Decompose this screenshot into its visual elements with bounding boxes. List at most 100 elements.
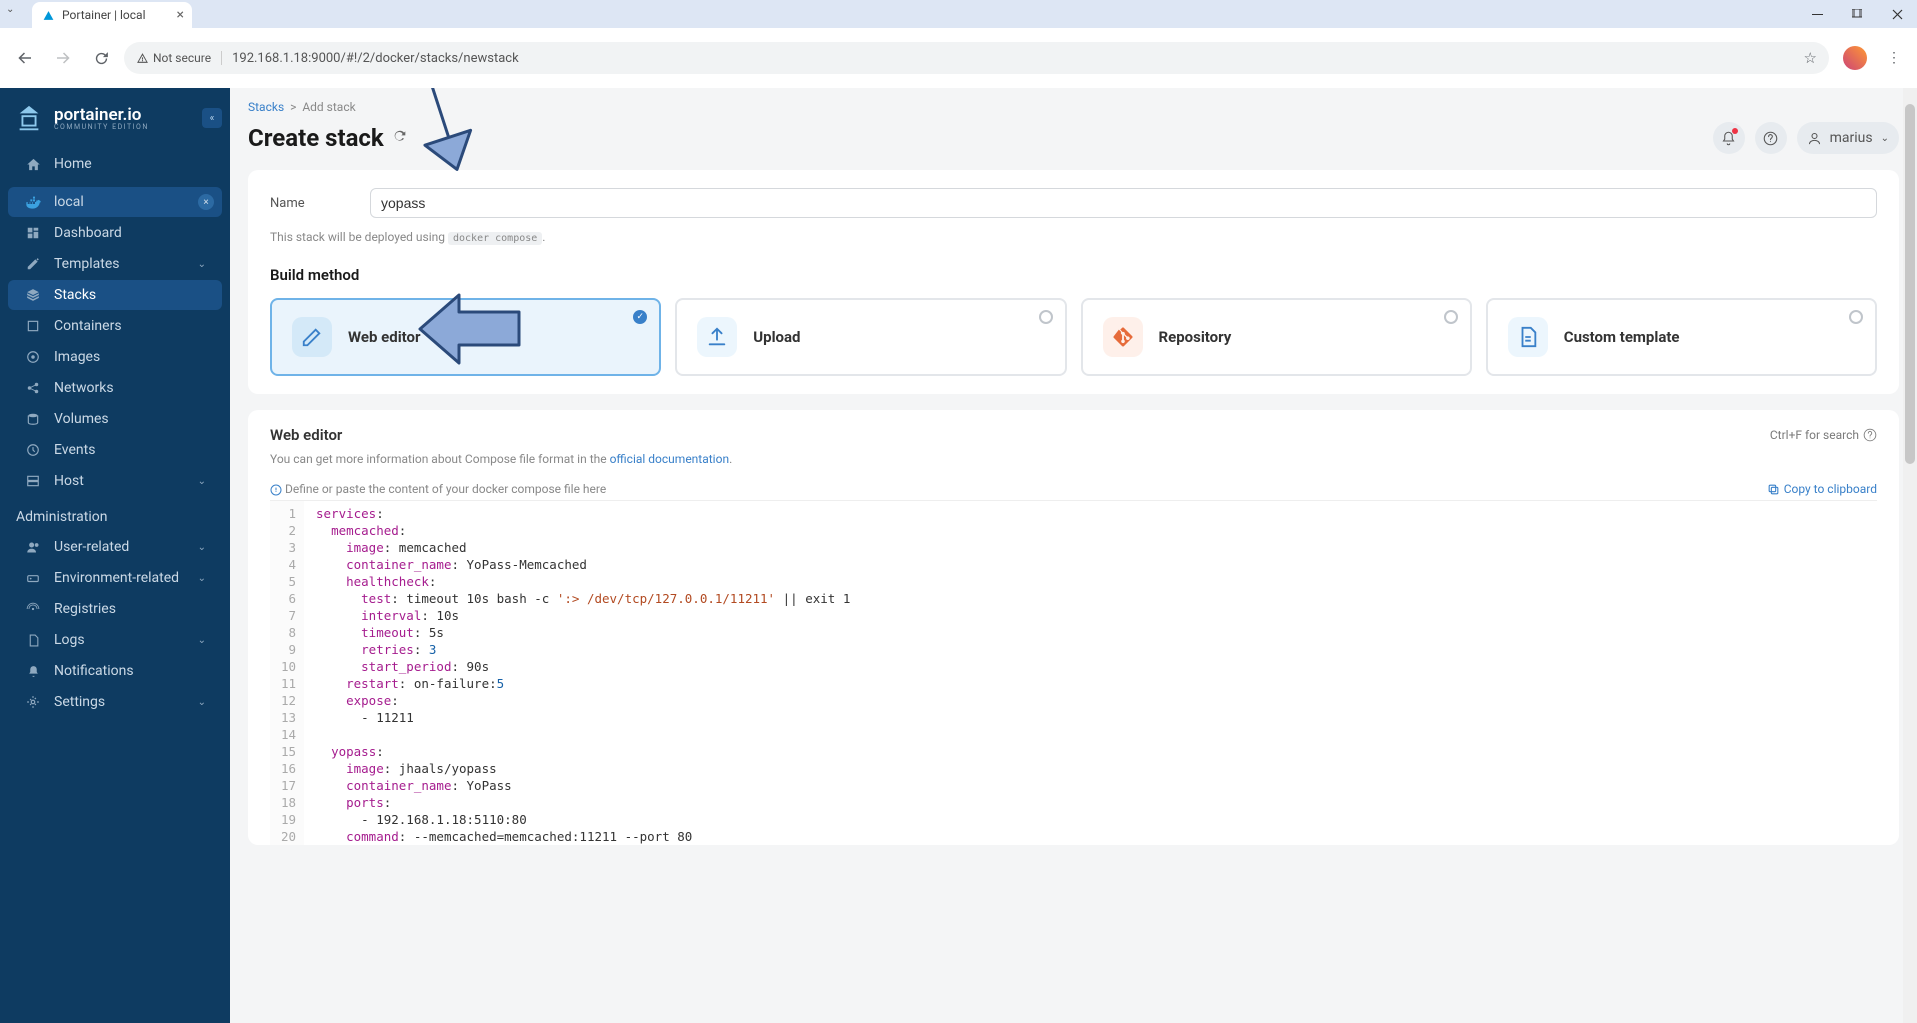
- sidebar-item-environment[interactable]: local ×: [8, 187, 222, 217]
- sidebar-collapse-button[interactable]: «: [202, 108, 222, 128]
- window-controls: [1797, 0, 1917, 28]
- portainer-favicon: [40, 7, 56, 23]
- name-label: Name: [270, 196, 330, 211]
- close-button[interactable]: [1877, 0, 1917, 28]
- sidebar-item-networks[interactable]: Networks: [8, 373, 222, 403]
- bell-icon: [24, 665, 42, 678]
- radio-selected-icon: [633, 310, 647, 324]
- user-menu[interactable]: marius ⌄: [1797, 122, 1899, 154]
- method-web-editor[interactable]: Web editor: [270, 298, 661, 376]
- page-title: Create stack: [248, 124, 384, 152]
- forward-button[interactable]: [48, 43, 78, 73]
- radio-icon: [1444, 310, 1458, 324]
- url-input[interactable]: Not secure 192.168.1.18:9000/#!/2/docker…: [124, 42, 1829, 74]
- radio-icon: [1039, 310, 1053, 324]
- sidebar-item-env-related[interactable]: Environment-related ⌄: [8, 563, 222, 593]
- chevron-down-icon: ⌄: [198, 573, 206, 584]
- sidebar-item-stacks[interactable]: Stacks: [8, 280, 222, 310]
- sidebar-item-events[interactable]: Events: [8, 435, 222, 465]
- breadcrumb-stacks[interactable]: Stacks: [248, 100, 284, 114]
- logo: portainer.io COMMUNITY EDITION «: [0, 98, 230, 148]
- sidebar-item-templates[interactable]: Templates ⌄: [8, 249, 222, 279]
- scrollbar[interactable]: [1903, 88, 1917, 1023]
- gear-icon: [24, 695, 42, 709]
- docker-icon: [24, 194, 42, 210]
- sidebar-item-dashboard[interactable]: Dashboard: [8, 218, 222, 248]
- editor-title: Web editor: [270, 426, 342, 444]
- git-icon: [1103, 317, 1143, 357]
- not-secure-badge[interactable]: Not secure: [136, 51, 222, 65]
- editor-card: Web editor Ctrl+F for search You can get…: [248, 410, 1899, 845]
- tab-bar: ⌄ Portainer | local ×: [0, 0, 1917, 28]
- sidebar-item-volumes[interactable]: Volumes: [8, 404, 222, 434]
- method-upload[interactable]: Upload: [675, 298, 1066, 376]
- close-icon[interactable]: ×: [177, 7, 184, 23]
- sidebar-item-notifications[interactable]: Notifications: [8, 656, 222, 686]
- browser-tab[interactable]: Portainer | local ×: [32, 2, 192, 28]
- sidebar-item-logs[interactable]: Logs ⌄: [8, 625, 222, 655]
- edit-icon: [24, 257, 42, 271]
- reload-button[interactable]: [86, 43, 116, 73]
- page-header: Create stack marius ⌄: [230, 118, 1917, 170]
- clock-icon: [24, 443, 42, 457]
- tab-title: Portainer | local: [62, 8, 146, 22]
- bookmark-icon[interactable]: ☆: [1804, 49, 1817, 67]
- minimize-button[interactable]: [1797, 0, 1837, 28]
- radio-icon: [1849, 310, 1863, 324]
- user-name: marius: [1830, 130, 1873, 146]
- logo-text: portainer.io: [54, 107, 149, 124]
- chevron-down-icon: ⌄: [198, 259, 206, 270]
- name-input[interactable]: [370, 188, 1877, 218]
- share-icon: [24, 381, 42, 395]
- hard-drive-icon: [24, 571, 42, 585]
- logo-subtext: COMMUNITY EDITION: [54, 124, 149, 131]
- help-button[interactable]: [1755, 122, 1787, 154]
- users-icon: [24, 540, 42, 555]
- chevron-down-icon: ⌄: [1881, 133, 1889, 144]
- line-gutter: 1 2 3 4 5 6 7 8 9 10 11 12 13 14 15 16 1…: [270, 501, 304, 845]
- app-container: portainer.io COMMUNITY EDITION « Home lo…: [0, 88, 1917, 1023]
- close-icon[interactable]: ×: [198, 194, 214, 210]
- profile-avatar[interactable]: [1843, 46, 1867, 70]
- sidebar-item-user-related[interactable]: User-related ⌄: [8, 532, 222, 562]
- method-repository[interactable]: Repository: [1081, 298, 1472, 376]
- maximize-button[interactable]: [1837, 0, 1877, 28]
- upload-icon: [697, 317, 737, 357]
- code-content[interactable]: services: memcached: image: memcached co…: [304, 501, 850, 845]
- back-button[interactable]: [10, 43, 40, 73]
- box-icon: [24, 319, 42, 333]
- sidebar-item-settings[interactable]: Settings ⌄: [8, 687, 222, 717]
- main-content: Stacks > Add stack Create stack marius: [230, 88, 1917, 1023]
- copy-to-clipboard-button[interactable]: Copy to clipboard: [1767, 482, 1877, 496]
- sidebar-item-home[interactable]: Home: [8, 149, 222, 179]
- dashboard-icon: [24, 226, 42, 240]
- chevron-down-icon[interactable]: ⌄: [6, 4, 14, 15]
- editor-description: You can get more information about Compo…: [270, 452, 1877, 466]
- chevron-down-icon: ⌄: [198, 476, 206, 487]
- sidebar-item-registries[interactable]: Registries: [8, 594, 222, 624]
- notifications-button[interactable]: [1713, 122, 1745, 154]
- method-custom-template[interactable]: Custom template: [1486, 298, 1877, 376]
- chevron-down-icon: ⌄: [198, 635, 206, 646]
- portainer-logo-icon: [14, 104, 44, 134]
- header-user-controls: marius ⌄: [1713, 122, 1899, 154]
- sidebar-section-admin: Administration: [0, 497, 230, 531]
- build-method-grid: Web editor Upload Repository: [270, 298, 1877, 376]
- search-hint: Ctrl+F for search: [1770, 428, 1877, 442]
- notification-dot: [1732, 128, 1738, 134]
- layers-icon: [24, 288, 42, 302]
- refresh-icon[interactable]: [392, 128, 408, 148]
- sidebar-item-images[interactable]: Images: [8, 342, 222, 372]
- sidebar-item-host[interactable]: Host ⌄: [8, 466, 222, 496]
- compose-editor[interactable]: 1 2 3 4 5 6 7 8 9 10 11 12 13 14 15 16 1…: [270, 500, 1877, 845]
- scroll-thumb[interactable]: [1905, 104, 1915, 464]
- edit-icon: [292, 317, 332, 357]
- breadcrumb-current: Add stack: [302, 100, 355, 114]
- editor-placeholder: Define or paste the content of your dock…: [270, 482, 606, 496]
- browser-menu-button[interactable]: ⋮: [1881, 50, 1907, 66]
- url-text: 192.168.1.18:9000/#!/2/docker/stacks/new…: [232, 51, 519, 66]
- sidebar-item-containers[interactable]: Containers: [8, 311, 222, 341]
- chevron-down-icon: ⌄: [198, 542, 206, 553]
- documentation-link[interactable]: official documentation: [610, 452, 730, 466]
- deploy-hint: This stack will be deployed using docker…: [270, 230, 1877, 244]
